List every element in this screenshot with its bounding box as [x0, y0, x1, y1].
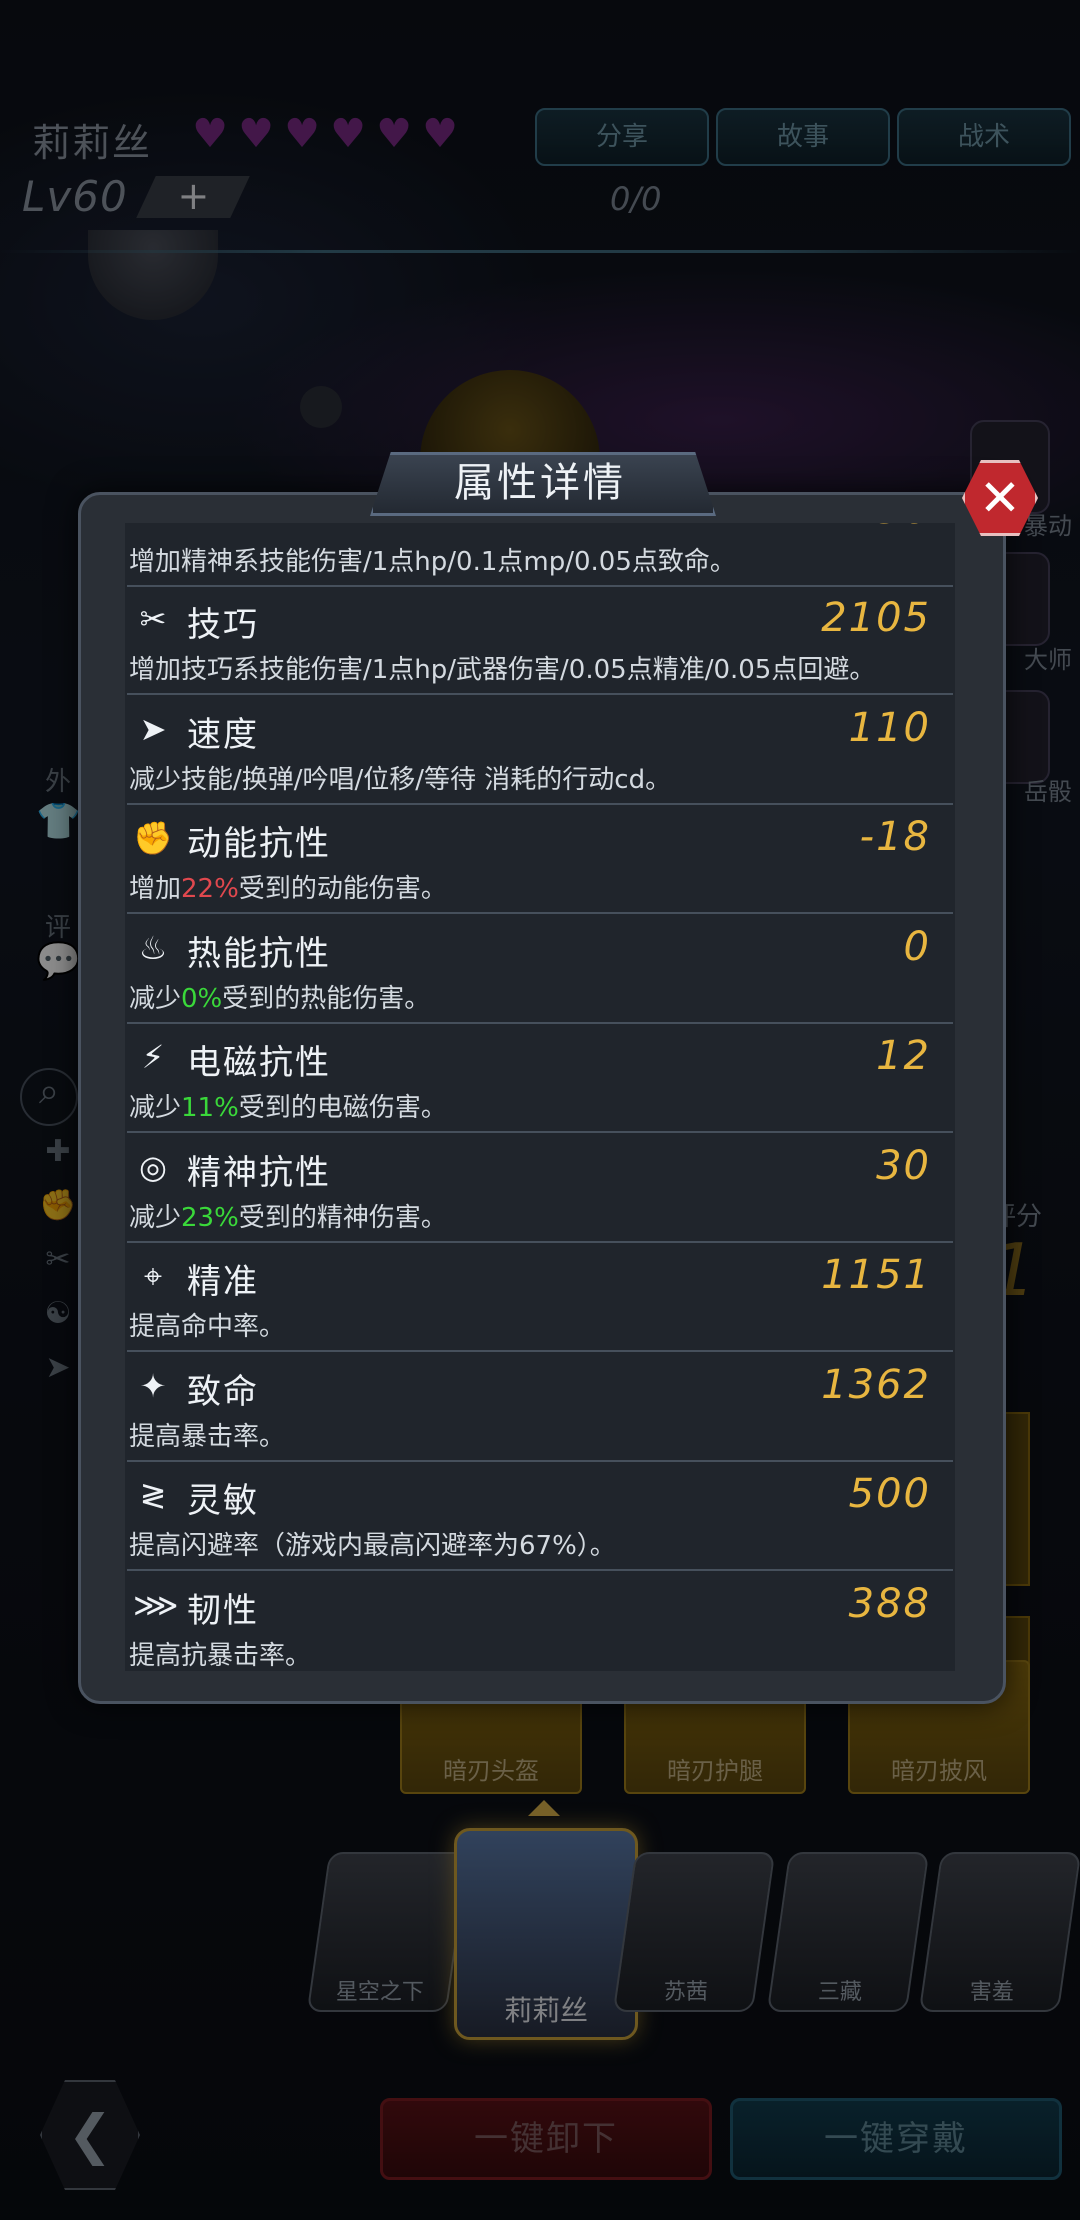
attribute-desc: 提高抗暴击率。 [129, 1640, 312, 1671]
attribute-value: 2105 [821, 595, 931, 641]
attribute-desc-prefix: 减少 [129, 1093, 182, 1123]
row-divider [127, 1459, 953, 1462]
attribute-desc-suffix: 受到的热能伤害。 [222, 983, 431, 1014]
attribute-desc: 提高闪避率（游戏内最高闪避率为67%）。 [129, 1531, 616, 1561]
modal-title: 属性详情 [454, 460, 626, 506]
attribute-desc-suffix: 受到的动能伤害。 [238, 874, 447, 904]
attribute-name: 电磁抗性 [187, 1043, 331, 1083]
attribute-value: 1151 [821, 1252, 931, 1298]
row-divider [127, 1350, 953, 1352]
row-divider [127, 1240, 953, 1243]
attribute-desc-suffix: 受到的电磁伤害。 [238, 1093, 447, 1123]
agility-icon: ≷ [139, 1476, 167, 1514]
row-divider [127, 1131, 953, 1133]
attribute-name: 灵敏 [187, 1481, 259, 1521]
attribute-details-modal: 1238 增加精神系技能伤害/1点hp/0.1点mp/0.05点致命。 ✂ 技巧 2… [78, 492, 1006, 1704]
attribute-desc-percent: 23% [181, 1202, 239, 1233]
speed-icon: ➤ [139, 709, 167, 748]
attribute-value: 1362 [821, 1361, 931, 1408]
attribute-desc: 提高暴击率。 [129, 1421, 286, 1452]
attribute-desc-suffix: 受到的精神伤害。 [238, 1202, 447, 1233]
row-divider [127, 802, 953, 805]
critical-icon: ✦ [139, 1366, 167, 1405]
attribute-value: -18 [859, 814, 931, 860]
attribute-desc-percent: 0% [181, 983, 223, 1014]
attribute-desc-prefix: 减少 [129, 983, 182, 1014]
attribute-desc: 减少11%受到的电磁伤害。 [129, 1087, 447, 1124]
attribute-row: ✊ 动能抗性 -18 增加22%受到的动能伤害。 [125, 806, 955, 914]
attribute-name: 速度 [187, 714, 259, 755]
attribute-value: 110 [848, 704, 931, 751]
attribute-row: ♨ 热能抗性 0 减少0%受到的热能伤害。 [125, 916, 955, 1024]
attribute-desc: 增加精神系技能伤害/1点hp/0.1点mp/0.05点致命。 [129, 547, 736, 577]
attribute-row: ⋙ 韧性 388 提高抗暴击率。 [125, 1573, 955, 1672]
attribute-row: ≷ 灵敏 500 提高闪避率（游戏内最高闪避率为67%）。 [125, 1463, 955, 1571]
attribute-value: 30 [876, 1142, 931, 1189]
attribute-name: 动能抗性 [187, 824, 331, 864]
attribute-row: ✦ 致命 1362 提高暴击率。 [125, 1354, 955, 1462]
row-divider [127, 1569, 953, 1571]
attribute-row-partial: 1238 增加精神系技能伤害/1点hp/0.1点mp/0.05点致命。 [125, 523, 955, 587]
attribute-name: 技巧 [187, 605, 259, 645]
attribute-desc: 减少0%受到的热能伤害。 [129, 978, 430, 1015]
row-divider [127, 1021, 953, 1024]
attribute-value: 388 [848, 1580, 931, 1627]
attribute-desc: 增加技巧系技能伤害/1点hp/武器伤害/0.05点精准/0.05点回避。 [129, 655, 876, 685]
kinetic-resist-icon: ✊ [133, 819, 173, 857]
attribute-desc: 减少技能/换弹/吟唱/位移/等待 消耗的行动cd。 [129, 764, 672, 795]
toughness-icon: ⋙ [133, 1585, 179, 1624]
attribute-row: ⚡ 电磁抗性 12 减少11%受到的电磁伤害。 [125, 1025, 955, 1133]
attribute-name: 韧性 [187, 1590, 259, 1631]
attribute-value: 500 [848, 1471, 931, 1517]
attribute-name: 精准 [187, 1262, 259, 1302]
attribute-row: ✂ 技巧 2105 增加技巧系技能伤害/1点hp/武器伤害/0.05点精准/0.05点… [125, 587, 955, 695]
attribute-desc-prefix: 增加 [129, 874, 182, 904]
attribute-value: 0 [903, 923, 931, 970]
attribute-name: 热能抗性 [187, 933, 331, 974]
attribute-desc: 提高命中率。 [129, 1312, 286, 1342]
attribute-row: ◎ 精神抗性 30 减少23%受到的精神伤害。 [125, 1135, 955, 1243]
attribute-row: ➤ 速度 110 减少技能/换弹/吟唱/位移/等待 消耗的行动cd。 [125, 697, 955, 805]
attribute-desc-percent: 22% [181, 874, 239, 904]
em-resist-icon: ⚡ [141, 1038, 165, 1076]
attribute-name: 精神抗性 [187, 1152, 331, 1193]
attribute-desc-prefix: 减少 [129, 1202, 182, 1233]
tools-icon: ✂ [139, 600, 167, 638]
attribute-desc: 减少23%受到的精神伤害。 [129, 1197, 447, 1234]
attribute-row: ⌖ 精准 1151 提高命中率。 [125, 1244, 955, 1352]
thermal-resist-icon: ♨ [138, 928, 168, 967]
attribute-desc: 增加22%受到的动能伤害。 [129, 868, 447, 905]
row-divider [127, 912, 953, 914]
mental-resist-icon: ◎ [139, 1147, 167, 1186]
attribute-name: 致命 [187, 1371, 259, 1412]
crosshair-icon: ⌖ [143, 1257, 163, 1295]
attribute-desc-percent: 11% [181, 1093, 239, 1123]
attribute-list[interactable]: 1238 增加精神系技能伤害/1点hp/0.1点mp/0.05点致命。 ✂ 技巧 2… [125, 523, 955, 1671]
attribute-value: 1238 [821, 523, 931, 533]
row-divider [127, 693, 953, 695]
attribute-value: 12 [876, 1033, 931, 1079]
